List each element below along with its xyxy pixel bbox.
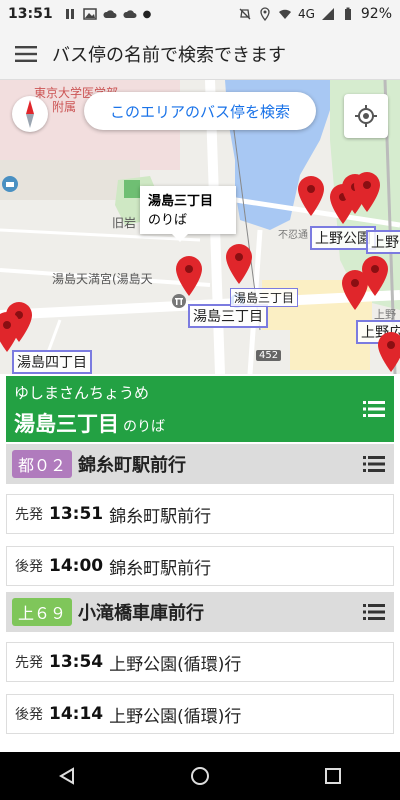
alarm-off-icon — [239, 8, 251, 20]
route-destination: 錦糸町駅前行 — [78, 455, 187, 476]
search-hint-title[interactable]: バス停の名前で検索できます — [52, 41, 286, 67]
app-bar: バス停の名前で検索できます — [0, 28, 400, 80]
route-list-button[interactable] — [362, 452, 386, 476]
route-destination: 小滝橋車庫前行 — [78, 603, 205, 624]
stop-header: ゆしまさんちょうめ 湯島三丁目 のりば — [6, 376, 394, 442]
departure-time: 14:14 — [49, 704, 104, 724]
bus-stop-pin[interactable] — [378, 332, 400, 372]
home-circle-icon — [190, 767, 209, 785]
departure-row[interactable]: 後発 14:00 錦糸町駅前行 — [6, 546, 394, 586]
map-label-attached: 附属 — [52, 100, 77, 114]
back-triangle-icon — [58, 767, 74, 785]
departure-time: 14:00 — [49, 556, 104, 576]
cloud-icon — [103, 10, 117, 18]
image-icon — [82, 8, 97, 20]
departure-label: 先発 — [15, 507, 43, 523]
departure-row[interactable]: 先発 13:51 錦糸町駅前行 — [6, 494, 394, 534]
departure-row[interactable]: 後発 14:14 上野公園(循環)行 — [6, 694, 394, 734]
shrine-icon — [172, 294, 186, 308]
battery-level: 92% — [360, 6, 392, 22]
map-label-yushima-tenmangu: 湯島天満宮(湯島天 — [52, 272, 153, 286]
search-this-area-button[interactable]: このエリアのバス停を検索 — [84, 92, 316, 130]
departure-destination: 錦糸町駅前行 — [109, 558, 212, 579]
bus-stop-pin[interactable] — [0, 312, 20, 352]
list-icon — [363, 401, 385, 417]
dot-icon: ● — [142, 8, 152, 20]
compass-button[interactable] — [12, 96, 48, 132]
map-stop-label[interactable]: 湯島三丁目 — [230, 288, 299, 307]
bus-stop-pin[interactable] — [298, 176, 324, 216]
departure-destination: 錦糸町駅前行 — [109, 506, 212, 527]
route-header[interactable]: 上６９ 小滝橋車庫前行 — [6, 592, 394, 632]
departure-destination: 上野公園(循環)行 — [109, 706, 242, 727]
network-type: 4G — [297, 7, 315, 21]
cloud-icon — [123, 10, 137, 18]
map-stop-label[interactable]: 湯島三丁目 — [188, 304, 268, 328]
stop-name: 湯島三丁目 のりば — [14, 408, 165, 438]
route-header[interactable]: 都０２ 錦糸町駅前行 — [6, 444, 394, 484]
info-window-sub: のりば — [148, 213, 188, 228]
crosshair-icon — [355, 105, 377, 127]
route-badge: 上６９ — [12, 598, 73, 626]
route-list-button[interactable] — [362, 600, 386, 624]
battery-icon — [344, 7, 351, 20]
back-button[interactable] — [43, 752, 91, 800]
map-stop-label[interactable]: 湯島四丁目 — [12, 350, 92, 374]
bus-stop-pin[interactable] — [342, 270, 368, 310]
bus-stop-pin[interactable] — [176, 256, 202, 296]
status-time: 13:51 — [8, 6, 53, 22]
wifi-icon — [278, 9, 291, 19]
departure-time: 13:51 — [49, 504, 104, 524]
bus-stop-pin[interactable] — [226, 244, 252, 284]
route-shield-label: 452 — [256, 350, 282, 361]
my-location-button[interactable] — [344, 94, 388, 138]
route-badge: 都０２ — [12, 450, 73, 478]
status-bar: 13:51 ● 4G 92% — [0, 0, 400, 28]
map-view[interactable]: 東京大学医学部 附属 旧岩 湯島天満宮(湯島天 不忍通 上野 452 湯島三丁目… — [0, 80, 400, 374]
recents-square-icon — [325, 768, 342, 784]
map-stop-label[interactable]: 上野公園 — [366, 230, 400, 254]
store-icon — [2, 176, 18, 192]
stop-kana: ゆしまさんちょうめ — [14, 384, 150, 402]
map-label-shinobazu: 不忍通 — [278, 230, 308, 241]
departure-destination: 上野公園(循環)行 — [109, 654, 242, 675]
departure-row[interactable]: 先発 13:54 上野公園(循環)行 — [6, 642, 394, 682]
system-nav-bar — [0, 752, 400, 800]
selected-stop-info-window[interactable]: 湯島三丁目 のりば — [140, 186, 236, 242]
list-icon — [363, 604, 385, 620]
stop-name-suffix: のりば — [123, 419, 165, 435]
app-screen: 13:51 ● 4G 92% バス停の名前で検索できます 東京大学医学部 附属 … — [0, 0, 400, 800]
compass-icon — [26, 100, 34, 128]
home-button[interactable] — [176, 752, 224, 800]
hamburger-menu-icon — [15, 45, 37, 62]
stop-name-text: 湯島三丁目 — [14, 412, 119, 436]
recents-button[interactable] — [309, 752, 357, 800]
menu-button[interactable] — [0, 28, 52, 80]
bus-stop-pin[interactable] — [354, 172, 380, 212]
map-label-kyuiwa: 旧岩 — [112, 216, 137, 230]
stop-list-button[interactable] — [362, 397, 386, 421]
departure-label: 後発 — [15, 559, 43, 575]
pause-icon — [65, 9, 74, 19]
info-window-stop-name: 湯島三丁目 — [148, 194, 214, 209]
list-icon — [363, 456, 385, 472]
departure-label: 後発 — [15, 707, 43, 723]
departure-label: 先発 — [15, 655, 43, 671]
departure-time: 13:54 — [49, 652, 104, 672]
signal-icon — [321, 8, 334, 20]
location-icon — [260, 7, 270, 21]
